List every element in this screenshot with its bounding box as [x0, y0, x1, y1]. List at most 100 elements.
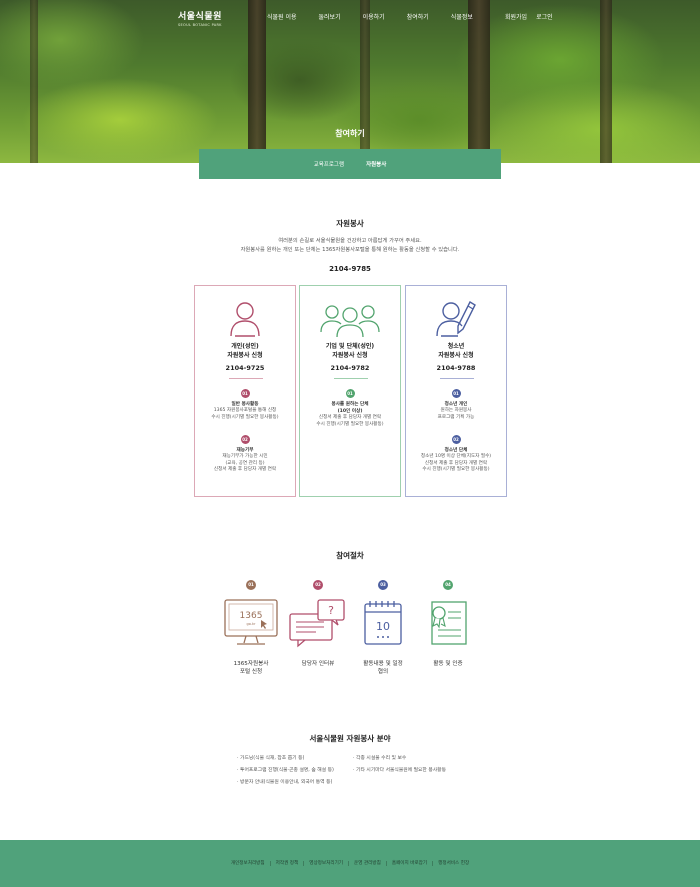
volunteer-intro: 여러분의 손길로 서울식물원을 건강하고 아름답게 가꾸어 주세요. 자원봉사를… [0, 237, 700, 255]
step-label-line: 협의 [377, 669, 389, 675]
sub-tab-bar: 교육프로그램 자원봉사 [199, 149, 501, 179]
card-group: 기업 및 단체(성인) 자원봉사 신청 2104-9782 01 봉사를 원하는… [299, 285, 401, 497]
process-title: 참여절차 [336, 551, 364, 560]
fields-list-right: · 각종 시설물 수리 및 보수 · 기타 시기마다 서울식물원에 필요한 봉사… [353, 753, 446, 777]
step-label-line: 담당자 인터뷰 [301, 661, 335, 667]
group-icon [300, 298, 400, 338]
step-label: 1365자원봉사 포털 신청 [216, 660, 286, 676]
card-title: 청소년 자원봉사 신청 [406, 342, 506, 360]
step-label: 담당자 인터뷰 [283, 660, 353, 668]
sub-item-title: 봉사를 원하는 단체 [331, 402, 369, 407]
step-number-badge: 03 [378, 580, 388, 590]
step-label: 활동 및 인증 [413, 660, 483, 668]
card-title-line: 기업 및 단체(성인) [325, 343, 375, 350]
logo-title: 서울식물원 [178, 12, 222, 22]
footer-link-cctv[interactable]: 영상정보처리기기 [303, 861, 348, 866]
sub-item-title: 청소년 단체 [444, 448, 468, 453]
person-icon [195, 298, 295, 338]
process-step: 01 1365 go.kr 1365자원봉사 포털 신청 [216, 580, 286, 676]
person-pencil-icon [406, 298, 506, 338]
volunteer-title: 자원봉사 [336, 219, 364, 228]
svg-text:?: ? [328, 604, 334, 617]
logo-subtitle: SEOUL BOTANIC PARK [178, 23, 222, 27]
intro-line: 여러분의 손길로 서울식물원을 건강하고 아름답게 가꾸어 주세요. [278, 238, 422, 244]
chat-bubbles-icon: ? [283, 594, 353, 652]
field-item: · 투어프로그램 진행(식물·곤충 설명, 숲 해설 등) [237, 768, 334, 773]
sub-item-title: 일반 봉사활동 [231, 402, 259, 407]
process-step: 04 활동 및 인증 [413, 580, 483, 668]
fields-list-left: · 가드닝(식물 식재, 잡초 뽑기 등) · 투어프로그램 진행(식물·곤충 … [237, 753, 334, 789]
intro-line: 자원봉사를 원하는 개인 또는 단체는 1365자원봉사포털을 통해 원하는 활… [240, 247, 460, 253]
menu-item-explore[interactable]: 둘러보기 [319, 12, 341, 21]
process-step: 02 ? 담당자 인터뷰 [283, 580, 353, 668]
menu-item-intro[interactable]: 식물원 이용 [267, 12, 297, 21]
card-phone: 2104-9725 [225, 364, 265, 372]
step-number-badge: 02 [313, 580, 323, 590]
utility-links: 회원가입 로그인 [505, 12, 553, 21]
card-sub-item: 01 청소년 개인 원하는 자원봉사 프로그램 기획 가능 [406, 389, 506, 421]
main-menu: 식물원 이용 둘러보기 이용하기 참여하기 식물정보 [267, 12, 473, 21]
menu-item-use[interactable]: 이용하기 [363, 12, 385, 21]
field-item: · 방문자 안내(식물원 이용안내, 외국어 통역 등) [237, 780, 333, 785]
sub-item-body: 프로그램 기획 가능 [437, 414, 475, 420]
step-number-badge: 02 [451, 435, 461, 444]
card-phone: 2104-9788 [436, 364, 476, 372]
sub-item-title: 재능기부 [236, 448, 254, 453]
volunteer-phone: 2104-9785 [329, 265, 371, 273]
sub-item-body: 청소년 10명 이상 단체(지도자 필수) [420, 454, 492, 459]
field-item: · 가드닝(식물 식재, 잡초 뽑기 등) [237, 756, 305, 761]
step-number-badge: 01 [246, 580, 256, 590]
monitor-icon: 1365 go.kr [216, 594, 286, 652]
card-title: 기업 및 단체(성인) 자원봉사 신청 [300, 342, 400, 360]
footer-link-copyright[interactable]: 저작권 정책 [269, 861, 304, 866]
footer-links: 개인정보처리방침 저작권 정책 영상정보처리기기 운영 관리방침 홈페이지 바로… [0, 861, 700, 866]
divider [440, 378, 474, 379]
sub-item-body: 수시 진행(시기별 필요한 봉사활동) [422, 467, 490, 472]
card-title-line: 자원봉사 신청 [332, 352, 368, 359]
card-sub-item: 01 봉사를 원하는 단체 (10인 이상) 신청서 제출 후 담당자 개별 연… [300, 389, 400, 428]
site-logo[interactable]: 서울식물원 SEOUL BOTANIC PARK [178, 9, 222, 27]
signup-link[interactable]: 회원가입 [505, 12, 527, 21]
step-number-badge: 01 [451, 389, 461, 398]
screen-subtext: go.kr [247, 622, 256, 626]
field-item: · 기타 시기마다 서울식물원에 필요한 봉사활동 [353, 768, 447, 773]
process-step: 03 10 활동내용 및 일정 협의 [348, 580, 418, 676]
card-title-line: 자원봉사 신청 [438, 352, 474, 359]
step-label-line: 포털 신청 [239, 669, 263, 675]
screen-text: 1365 [240, 611, 263, 621]
footer: 개인정보처리방침 저작권 정책 영상정보처리기기 운영 관리방침 홈페이지 바로… [0, 840, 700, 887]
step-number-badge: 02 [240, 435, 250, 444]
tab-volunteer[interactable]: 자원봉사 [366, 160, 386, 168]
menu-item-participate[interactable]: 참여하기 [407, 12, 429, 21]
footer-link-operation[interactable]: 운영 관리방침 [348, 861, 386, 866]
step-number-badge: 04 [443, 580, 453, 590]
tab-education[interactable]: 교육프로그램 [314, 160, 344, 168]
certificate-icon [413, 594, 483, 652]
hero-banner: 서울식물원 SEOUL BOTANIC PARK 식물원 이용 둘러보기 이용하… [0, 0, 700, 163]
card-sub-item: 02 재능기부 재능기부가 가능한 시민 (교육, 공연 관리 등) 신청서 제… [195, 435, 295, 474]
card-title-line: 청소년 [447, 343, 465, 350]
card-title-line: 개인(성인) [231, 343, 259, 350]
step-label-line: 1365자원봉사 [233, 661, 269, 667]
divider [229, 378, 263, 379]
footer-link-charter[interactable]: 행정서비스 헌장 [432, 861, 474, 866]
step-label: 활동내용 및 일정 협의 [348, 660, 418, 676]
sub-item-title: (10인 이상) [337, 409, 363, 414]
card-sub-item: 01 일반 봉사활동 1365 자원봉사포털을 통해 신청 수시 진행(시기별 … [195, 389, 295, 421]
menu-item-plant-info[interactable]: 식물정보 [451, 12, 473, 21]
footer-link-privacy[interactable]: 개인정보처리방침 [226, 861, 270, 866]
login-link[interactable]: 로그인 [536, 12, 553, 21]
divider [334, 378, 368, 379]
fields-title: 서울식물원 자원봉사 분야 [309, 734, 391, 743]
card-sub-item: 02 청소년 단체 청소년 10명 이상 단체(지도자 필수) 신청서 제출 후… [406, 435, 506, 474]
sub-item-title: 청소년 개인 [444, 402, 468, 407]
sub-item-body: 신청서 제출 후 담당자 개별 연락 [213, 467, 277, 472]
footer-link-correction[interactable]: 홈페이지 바로잡기 [385, 861, 432, 866]
step-number-badge: 01 [345, 389, 355, 398]
card-phone: 2104-9782 [330, 364, 370, 372]
sub-item-body: 수시 진행(시기별 필요한 봉사활동) [316, 421, 384, 427]
step-label-line: 활동 및 인증 [433, 661, 463, 667]
calendar-icon: 10 [348, 594, 418, 652]
card-individual: 개인(성인) 자원봉사 신청 2104-9725 01 일반 봉사활동 1365… [194, 285, 296, 497]
card-title-line: 자원봉사 신청 [227, 352, 263, 359]
